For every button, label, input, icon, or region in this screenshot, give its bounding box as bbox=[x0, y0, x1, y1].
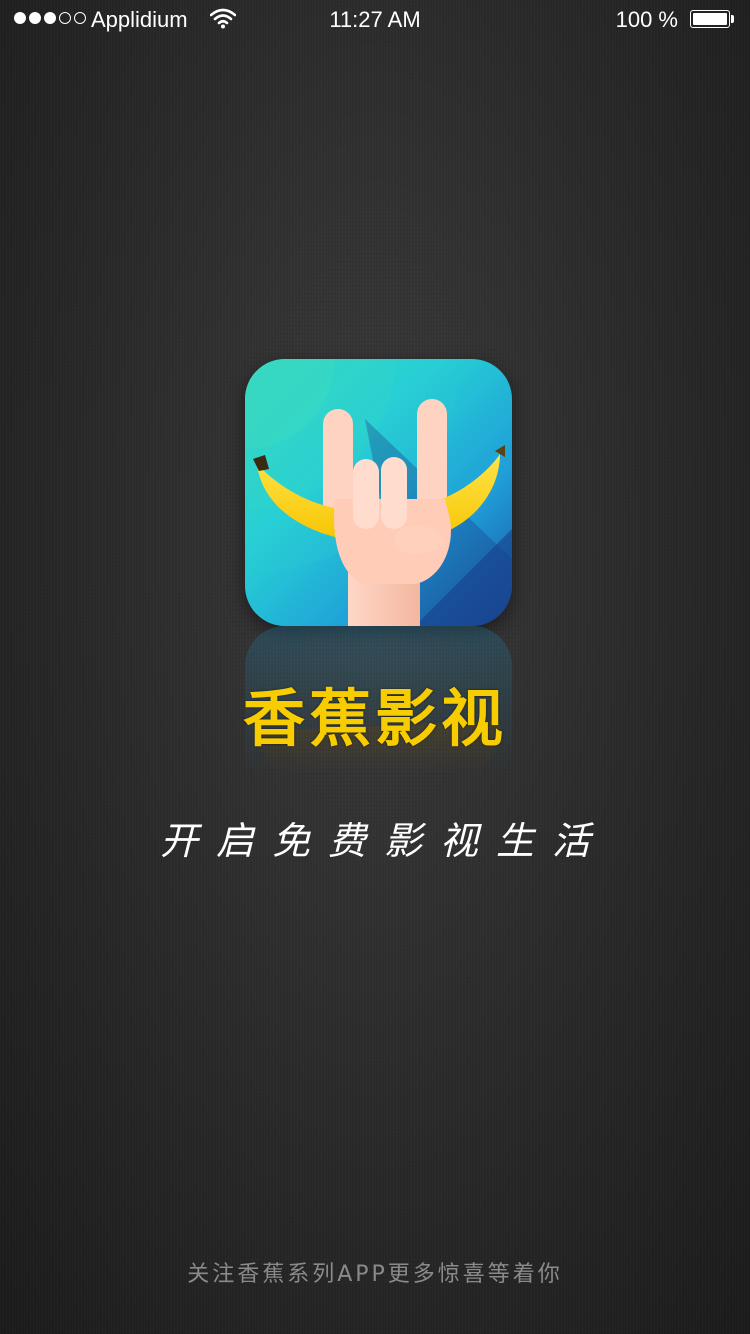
slogan: 开启免费影视生活 bbox=[159, 819, 608, 863]
battery-level-fill bbox=[693, 13, 727, 25]
battery-icon bbox=[690, 10, 736, 30]
app-name: 香蕉影视 bbox=[242, 682, 507, 755]
status-bar: Applidium 11:27 AM 100 % bbox=[0, 0, 750, 40]
splash-screen: Applidium 11:27 AM 100 % 香蕉影视 开启免费影视生活 关… bbox=[0, 0, 750, 1334]
footer-text: 关注香蕉系列APP更多惊喜等着你 bbox=[187, 1262, 563, 1287]
app-logo-icon bbox=[245, 359, 512, 626]
battery-percentage: 100 % bbox=[615, 7, 678, 32]
